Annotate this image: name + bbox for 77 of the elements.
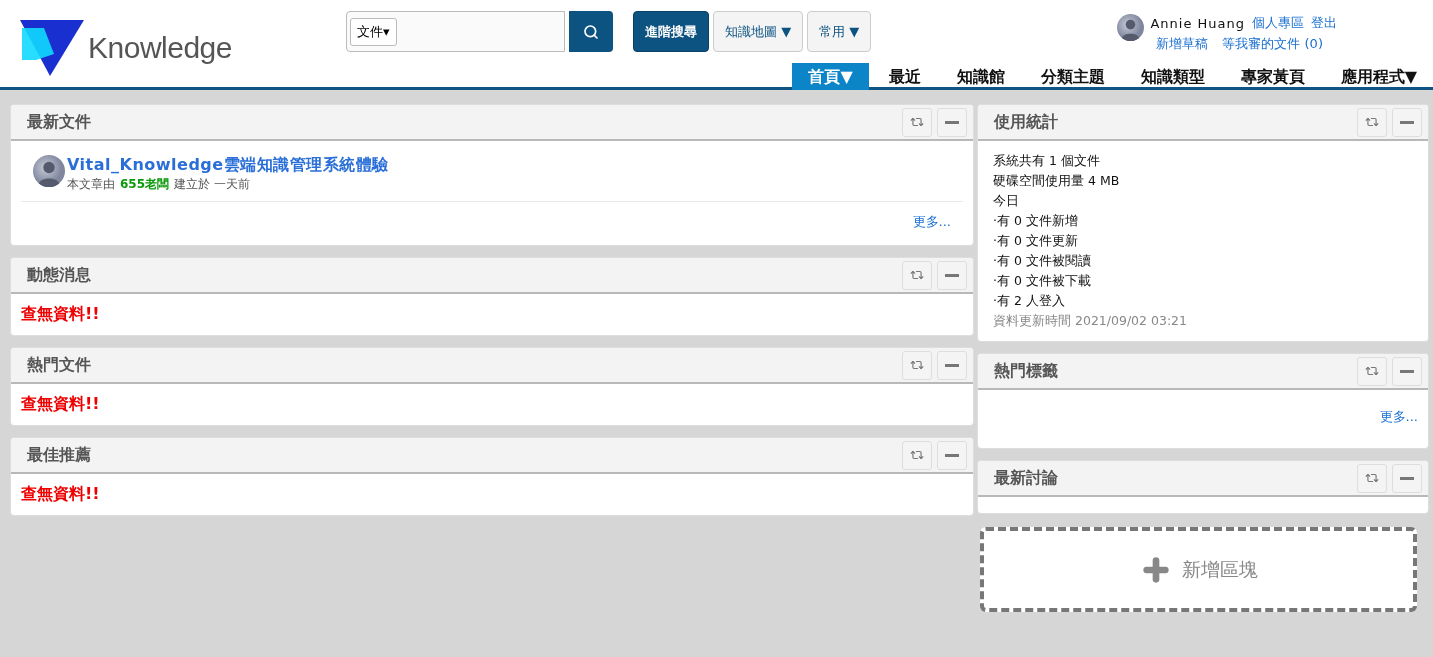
menu-button[interactable]: 常用 ▼ (807, 11, 872, 52)
refresh-button[interactable] (1357, 463, 1387, 493)
meta-text: 本文章由 (67, 176, 115, 193)
add-block-button[interactable]: 新增區塊 (980, 527, 1417, 612)
minus-icon (945, 273, 959, 277)
collapse-button[interactable] (1392, 107, 1422, 137)
refresh-icon (1365, 115, 1379, 129)
user-link[interactable]: 個人專區 (1252, 14, 1304, 32)
panel-title: 最新討論 (994, 467, 1059, 489)
refresh-button[interactable] (1357, 356, 1387, 386)
document-link[interactable]: Vital_Knowledge雲端知識管理系統體驗 (67, 155, 389, 176)
user-link[interactable]: 等我審的文件 (0) (1222, 35, 1323, 53)
author-link[interactable]: 655老闆 (120, 176, 170, 193)
collapse-button[interactable] (937, 350, 967, 380)
user-link[interactable]: 登出 (1311, 14, 1337, 32)
stat-line: ·有 0 文件新增 (993, 212, 1079, 230)
panel-title: 動態消息 (27, 264, 92, 286)
stat-line: ·有 2 人登入 (993, 292, 1066, 310)
refresh-icon (910, 358, 924, 372)
stat-line: ·有 0 文件被閱讀 (993, 252, 1092, 270)
advanced-search-button[interactable]: 進階搜尋 (633, 11, 709, 52)
minus-icon (1400, 476, 1414, 480)
search-field[interactable]: 文件▾ (346, 11, 565, 52)
refresh-button[interactable] (902, 440, 932, 470)
no-data-message: 查無資料!! (20, 483, 101, 505)
nav-tab[interactable]: 應用程式▼ (1324, 63, 1433, 90)
panel-title: 熱門標籤 (994, 360, 1059, 382)
collapse-button[interactable] (1392, 463, 1422, 493)
refresh-button[interactable] (902, 107, 932, 137)
collapse-button[interactable] (937, 260, 967, 290)
panel-title: 最新文件 (27, 111, 92, 133)
refresh-button[interactable] (902, 350, 932, 380)
nav-tab[interactable]: 專家黃頁 (1224, 63, 1321, 90)
nav-tab[interactable]: 最近 (872, 63, 937, 90)
stat-line: 硬碟空間使用量 4 MB (993, 172, 1121, 190)
panel-title: 熱門文件 (27, 354, 92, 376)
refresh-icon (910, 448, 924, 462)
stat-line: 今日 (993, 192, 1020, 210)
minus-icon (1400, 120, 1414, 124)
scope-dropdown[interactable]: 文件▾ (350, 17, 397, 46)
more-link[interactable]: 更多... (11, 202, 973, 245)
stat-line: 系統共有 1 個文件 (993, 152, 1101, 170)
avatar-icon (33, 155, 65, 187)
no-data-message: 查無資料!! (20, 393, 101, 415)
avatar-icon (1117, 14, 1145, 41)
minus-icon (945, 363, 959, 367)
collapse-button[interactable] (937, 440, 967, 470)
logo-icon (20, 20, 84, 76)
search-icon (583, 23, 599, 40)
collapse-button[interactable] (1392, 356, 1422, 386)
update-time: 資料更新時間 2021/09/02 03:21 (993, 312, 1188, 330)
more-link[interactable]: 更多... (978, 390, 1428, 448)
panel-title: 使用統計 (994, 111, 1059, 133)
user-name: Annie Huang (1150, 15, 1245, 31)
nav-tab[interactable]: 知識類型 (1124, 63, 1221, 90)
stat-line: ·有 0 文件更新 (993, 232, 1079, 250)
minus-icon (945, 453, 959, 457)
refresh-button[interactable] (902, 260, 932, 290)
nav-tab[interactable]: 知識館 (940, 63, 1021, 90)
refresh-icon (1365, 364, 1379, 378)
refresh-button[interactable] (1357, 107, 1387, 137)
logo-text: Knowledge (88, 31, 232, 65)
stat-line: ·有 0 文件被下載 (993, 272, 1092, 290)
nav-tab[interactable]: 首頁▼ (792, 63, 869, 90)
collapse-button[interactable] (937, 107, 967, 137)
refresh-icon (910, 115, 924, 129)
nav-tab[interactable]: 分類主題 (1024, 63, 1121, 90)
minus-icon (1400, 369, 1414, 373)
menu-button[interactable]: 知識地圖 ▼ (713, 11, 804, 52)
panel-title: 最佳推薦 (27, 444, 92, 466)
search-button[interactable] (569, 11, 613, 52)
refresh-icon (910, 268, 924, 282)
meta-text: 建立於 一天前 (174, 176, 250, 193)
no-data-message: 查無資料!! (20, 303, 101, 325)
user-link[interactable]: 新增草稿 (1156, 35, 1209, 53)
refresh-icon (1365, 471, 1379, 485)
minus-icon (945, 120, 959, 124)
